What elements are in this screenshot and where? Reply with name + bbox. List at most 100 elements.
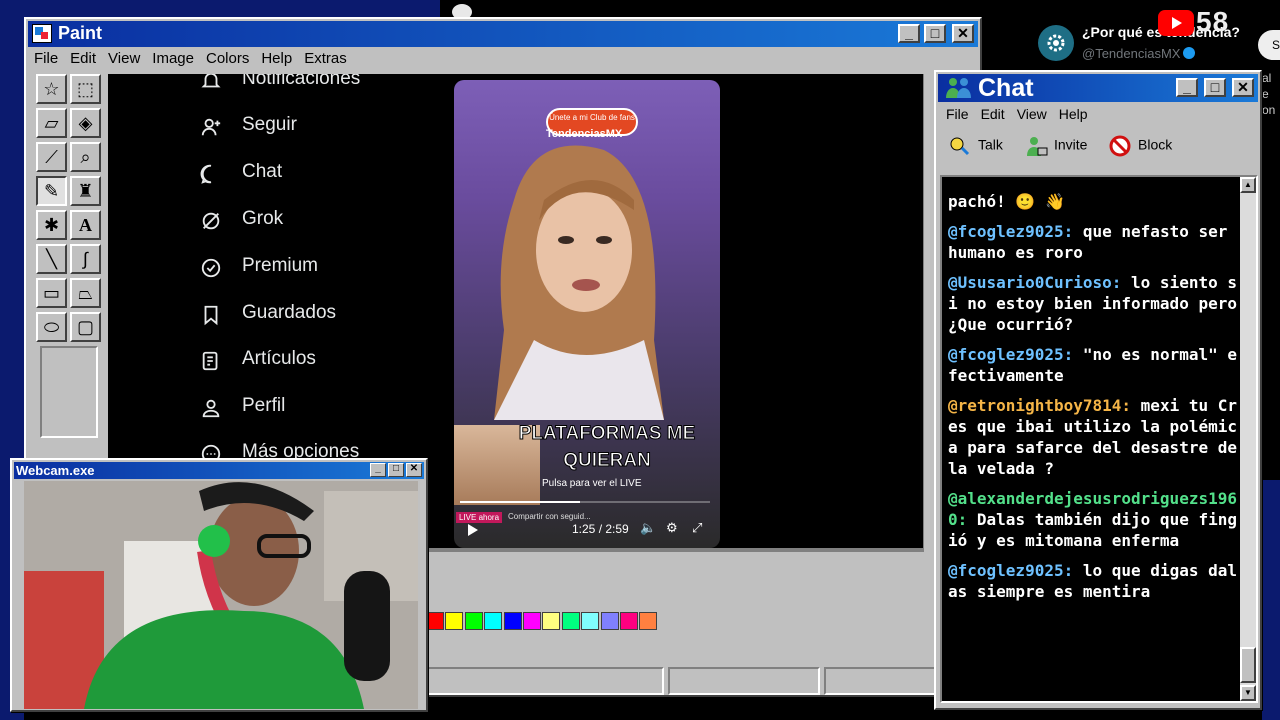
invite-label: Invite (1054, 136, 1088, 153)
webcam-feed (24, 481, 418, 709)
airbrush-icon[interactable]: ✱ (36, 210, 67, 240)
color-swatch[interactable] (561, 612, 580, 630)
close-button[interactable]: ✕ (1232, 78, 1254, 97)
chat-scrollbar[interactable]: ▲ ▼ (1240, 177, 1256, 701)
chat-username[interactable]: @fcoglez9025: (948, 222, 1073, 241)
follow-icon (201, 118, 221, 136)
scroll-thumb[interactable] (1240, 647, 1256, 683)
toolbox: ☆ ⬚ ▱ ◈ ⟋ ⌕ ✎ ♜ ✱ A ╲ ∫ ▭ ⏢ ⬭ ▢ (32, 74, 104, 454)
tool-options[interactable] (40, 346, 98, 438)
chat-message: @alexanderdejesusrodriguezs1960: Dalas t… (948, 488, 1238, 551)
chat-log[interactable]: pachó! 🙂 👋 @fcoglez9025: que nefasto ser … (940, 175, 1258, 703)
minimize-button[interactable]: _ (1176, 78, 1198, 97)
chat-text: Dalas también dijo que fingió y es mitom… (948, 510, 1237, 550)
chat-username[interactable]: @fcoglez9025: (948, 561, 1073, 580)
talk-icon (950, 137, 970, 156)
color-swatch[interactable] (445, 612, 464, 630)
color-swatch[interactable] (542, 612, 561, 630)
play-icon[interactable] (468, 524, 478, 536)
color-swatch[interactable] (581, 612, 600, 630)
status-cell (668, 667, 820, 695)
talk-button[interactable]: Talk (948, 134, 1003, 158)
color-swatch[interactable] (503, 612, 522, 630)
color-swatch[interactable] (484, 612, 503, 630)
menu-edit[interactable]: Edit (981, 106, 1005, 122)
maximize-button[interactable]: □ (1204, 78, 1226, 97)
webcam-titlebar[interactable]: Webcam.exe _ □ ✕ (14, 462, 424, 479)
video-caption: PLATAFORMAS ME QUIERAN (494, 420, 720, 474)
free-select-icon[interactable]: ☆ (36, 74, 67, 104)
text-icon[interactable]: A (70, 210, 101, 240)
chat-menubar: File Edit View Help (940, 106, 1256, 122)
chat-username[interactable]: @Ususario0Curioso: (948, 273, 1121, 292)
rectangle-icon[interactable]: ▭ (36, 278, 67, 308)
bg-side-line: on (1262, 103, 1276, 117)
maximize-button[interactable]: □ (388, 463, 404, 477)
menu-colors[interactable]: Colors (206, 50, 249, 67)
menu-file[interactable]: File (946, 106, 969, 122)
nav-label: Premium (242, 255, 319, 276)
color-swatch[interactable] (523, 612, 541, 630)
rect-select-icon[interactable]: ⬚ (70, 74, 101, 104)
color-swatch[interactable] (620, 612, 638, 630)
fullscreen-icon[interactable]: ⤢ (692, 520, 708, 536)
menu-view[interactable]: View (1017, 106, 1047, 122)
share-label[interactable]: Compartir con seguid... (508, 512, 591, 521)
menu-extras[interactable]: Extras (304, 50, 347, 67)
menu-view[interactable]: View (108, 50, 140, 67)
video-progress-fill (460, 501, 580, 503)
minimize-button[interactable]: _ (898, 24, 920, 43)
video-player[interactable]: Únete a mi Club de fans TendenciasMX PLA… (454, 80, 720, 548)
menu-help[interactable]: Help (1059, 106, 1088, 122)
webcam-title: Webcam.exe (16, 463, 95, 478)
avatar[interactable] (1038, 25, 1074, 61)
eraser-icon[interactable]: ▱ (36, 108, 67, 138)
trend-header: ¿Por qué es tendencia? @TendenciasMX (1020, 0, 1280, 80)
paint-titlebar[interactable]: Paint _ □ ✕ (28, 21, 978, 47)
magnifier-icon[interactable]: ⌕ (70, 142, 101, 172)
minimize-button[interactable]: _ (370, 463, 386, 477)
color-swatch[interactable] (426, 612, 444, 630)
brush-icon[interactable]: ♜ (70, 176, 101, 206)
video-progress-bar[interactable] (460, 501, 710, 503)
chat-username[interactable]: @fcoglez9025: (948, 345, 1073, 364)
color-swatch[interactable] (639, 612, 658, 630)
color-swatch[interactable] (464, 612, 483, 630)
menu-edit[interactable]: Edit (70, 50, 96, 67)
polygon-icon[interactable]: ⏢ (70, 278, 101, 308)
bg-side-text: al e on (1262, 70, 1280, 118)
invite-button[interactable]: Invite (1024, 134, 1087, 158)
maximize-button[interactable]: □ (924, 24, 946, 43)
menu-file[interactable]: File (34, 50, 58, 67)
block-button[interactable]: Block (1108, 134, 1172, 158)
curve-icon[interactable]: ∫ (70, 244, 101, 274)
bg-button[interactable]: S (1258, 30, 1280, 60)
chat-username[interactable]: @retronightboy7814: (948, 396, 1131, 415)
trend-handle-text: @TendenciasMX (1082, 46, 1181, 61)
scroll-down-icon[interactable]: ▼ (1240, 685, 1256, 701)
nav-label: Perfil (242, 395, 286, 416)
rounded-rect-icon[interactable]: ▢ (70, 312, 101, 342)
close-button[interactable]: ✕ (406, 463, 422, 477)
live-prompt[interactable]: Pulsa para ver el LIVE (542, 478, 642, 489)
close-button[interactable]: ✕ (952, 24, 974, 43)
fill-icon[interactable]: ◈ (70, 108, 101, 138)
nav-label: Guardados (242, 302, 337, 323)
chat-titlebar[interactable]: Chat _ □ ✕ (938, 74, 1258, 102)
status-cell (426, 667, 664, 695)
articles-icon (202, 351, 218, 371)
menu-help[interactable]: Help (261, 50, 292, 67)
line-icon[interactable]: ╲ (36, 244, 67, 274)
ellipse-icon[interactable]: ⬭ (36, 312, 67, 342)
volume-icon[interactable]: 🔈 (640, 520, 656, 536)
webcam-scene (24, 481, 418, 709)
scroll-up-icon[interactable]: ▲ (1240, 177, 1256, 193)
menu-image[interactable]: Image (152, 50, 194, 67)
color-picker-icon[interactable]: ⟋ (36, 142, 67, 172)
nav-label: Artículos (242, 348, 316, 369)
trend-handle: @TendenciasMX (1082, 46, 1196, 61)
pencil-icon[interactable]: ✎ (36, 176, 67, 206)
settings-icon[interactable]: ⚙ (666, 520, 682, 536)
desktop-edge (1262, 480, 1280, 720)
color-swatch[interactable] (600, 612, 619, 630)
